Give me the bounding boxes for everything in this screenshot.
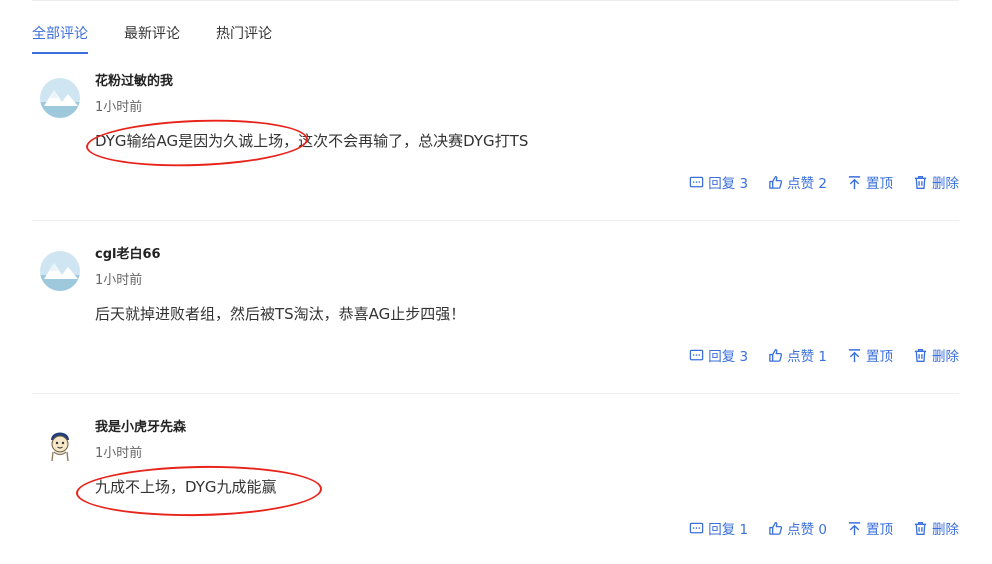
like-label: 点赞 0 [787, 522, 827, 538]
snow-mountain-icon [40, 78, 80, 118]
reply-label: 回复 3 [708, 349, 749, 365]
like-button[interactable]: 点赞 0 [768, 518, 827, 538]
like-label: 点赞 1 [787, 349, 827, 365]
comment-time: 1小时前 [95, 446, 143, 461]
thumbs-up-icon [769, 521, 783, 535]
avatar[interactable] [40, 78, 80, 118]
comment-text: 九成不上场，DYG九成能赢 [95, 478, 277, 496]
trash-icon [914, 521, 927, 535]
pin-button[interactable]: 置顶 [847, 518, 893, 538]
comment-actions: 回复 1 点赞 0 置顶 删除 [669, 518, 959, 538]
thumbs-up-icon [769, 175, 783, 189]
reply-label: 回复 1 [708, 522, 749, 538]
like-button[interactable]: 点赞 2 [768, 172, 827, 192]
trash-icon [914, 348, 927, 362]
comment-actions: 回复 3 点赞 1 置顶 删除 [669, 345, 959, 365]
reply-button[interactable]: 回复 3 [689, 172, 748, 192]
pin-button[interactable]: 置顶 [847, 172, 893, 192]
delete-label: 删除 [932, 349, 959, 365]
delete-label: 删除 [932, 522, 959, 538]
pin-label: 置顶 [866, 522, 893, 538]
comment-username[interactable]: cgl老白66 [95, 243, 161, 262]
like-label: 点赞 2 [787, 176, 827, 192]
pin-top-icon [848, 175, 861, 189]
comment-text: 后天就掉进败者组，然后被TS淘汰，恭喜AG止步四强！ [95, 305, 466, 323]
comment-time: 1小时前 [95, 100, 143, 115]
comment-actions: 回复 3 点赞 2 置顶 删除 [669, 172, 959, 192]
cartoon-character-icon [40, 424, 80, 464]
delete-button[interactable]: 删除 [913, 518, 959, 538]
avatar[interactable] [40, 251, 80, 291]
delete-button[interactable]: 删除 [913, 345, 959, 365]
tab-all-comments[interactable]: 全部评论 [32, 22, 88, 56]
trash-icon [914, 175, 927, 189]
comment-tabs: 全部评论 最新评论 热门评论 [32, 22, 308, 56]
like-button[interactable]: 点赞 1 [768, 345, 827, 365]
comment-username[interactable]: 我是小虎牙先森 [95, 416, 186, 435]
delete-label: 删除 [932, 176, 959, 192]
reply-button[interactable]: 回复 3 [689, 345, 748, 365]
pin-label: 置顶 [866, 349, 893, 365]
comment-text: DYG输给AG是因为久诚上场，这次不会再输了，总决赛DYG打TS [95, 132, 529, 150]
pin-top-icon [848, 348, 861, 362]
reply-button[interactable]: 回复 1 [689, 518, 748, 538]
comment-icon [689, 176, 704, 187]
top-divider [32, 0, 959, 3]
tab-latest-comments[interactable]: 最新评论 [124, 22, 180, 56]
snow-mountain-icon [40, 251, 80, 291]
thumbs-up-icon [769, 348, 783, 362]
reply-label: 回复 3 [708, 176, 749, 192]
comment-time: 1小时前 [95, 273, 143, 288]
pin-top-icon [848, 521, 861, 535]
tab-hot-comments[interactable]: 热门评论 [216, 22, 272, 56]
delete-button[interactable]: 删除 [913, 172, 959, 192]
comment-divider [32, 220, 959, 221]
comment-username[interactable]: 花粉过敏的我 [95, 70, 173, 89]
pin-button[interactable]: 置顶 [847, 345, 893, 365]
comment-icon [689, 349, 704, 360]
pin-label: 置顶 [866, 176, 893, 192]
comment-icon [689, 522, 704, 533]
comment-divider [32, 393, 959, 394]
avatar[interactable] [40, 424, 80, 464]
